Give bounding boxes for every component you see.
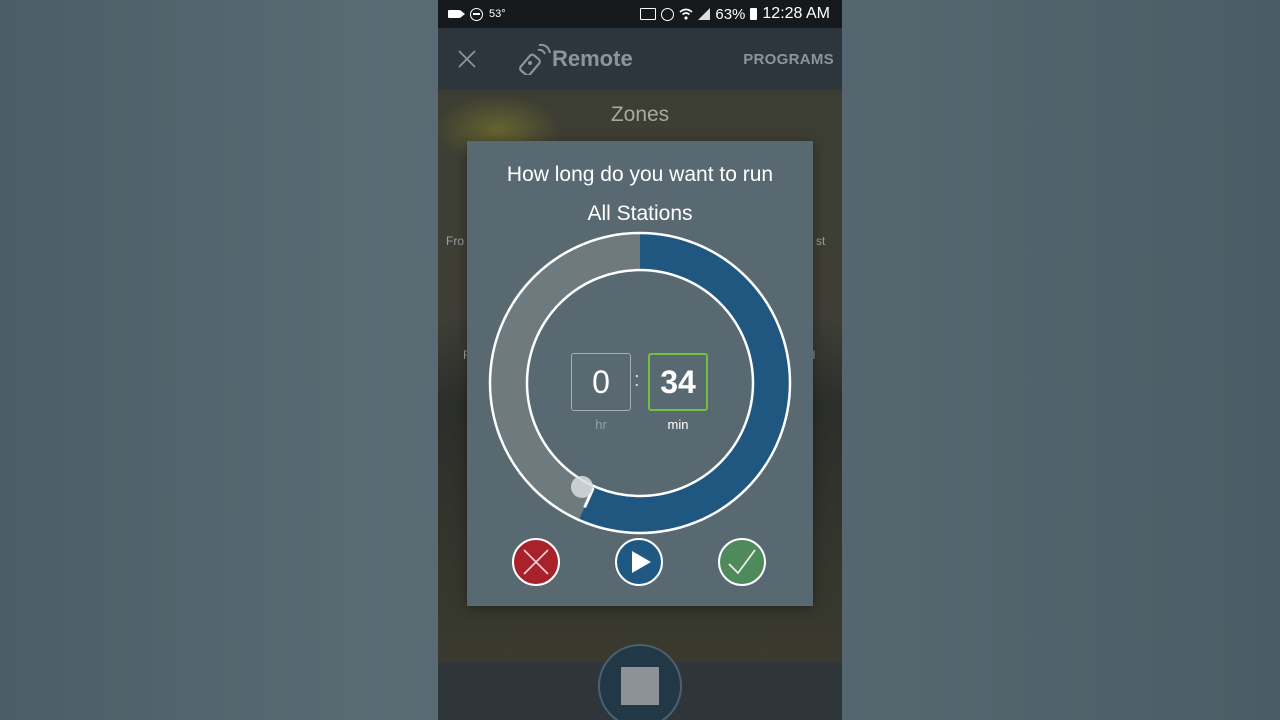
temperature: 53° [489, 8, 506, 20]
minutes-field[interactable]: 34 [648, 353, 708, 411]
clock: 12:28 AM [762, 5, 830, 22]
dial-inner-ring [525, 268, 755, 498]
checkmark-icon [728, 549, 756, 575]
hours-field[interactable]: 0 [571, 353, 631, 411]
play-button[interactable] [615, 538, 663, 586]
signal-icon [698, 8, 711, 20]
hours-value: 0 [592, 363, 610, 400]
wifi-icon [679, 8, 693, 20]
alarm-icon [661, 7, 675, 21]
video-icon [448, 10, 465, 18]
zones-title: Zones [610, 103, 670, 126]
x-icon [523, 549, 549, 575]
remote-control-icon [519, 43, 551, 75]
dial-handle[interactable] [571, 475, 594, 498]
status-bar: 53° 63% 12:28 AM [438, 0, 842, 28]
duration-dial[interactable] [467, 141, 813, 606]
close-icon[interactable] [456, 48, 478, 70]
zone-label-fragment: Fro [446, 234, 464, 248]
battery-percent: 63% [715, 5, 746, 23]
app-header: Remote PROGRAMS [438, 28, 842, 90]
cast-icon [640, 8, 657, 20]
cancel-button[interactable] [512, 538, 560, 586]
app-title: Remote [552, 46, 633, 71]
stop-button[interactable] [598, 644, 682, 720]
play-icon [632, 551, 651, 573]
minutes-value: 34 [660, 363, 696, 400]
confirm-button[interactable] [718, 538, 766, 586]
dnd-icon [470, 7, 483, 21]
zone-label-fragment: st [816, 234, 826, 248]
programs-button[interactable]: PROGRAMS [743, 51, 834, 68]
battery-icon [750, 8, 758, 20]
stop-icon [621, 667, 659, 705]
run-duration-dialog: How long do you want to run All Stations… [467, 141, 813, 606]
time-separator: : [634, 369, 640, 391]
minutes-label: min [667, 417, 689, 432]
hours-label: hr [595, 417, 607, 432]
